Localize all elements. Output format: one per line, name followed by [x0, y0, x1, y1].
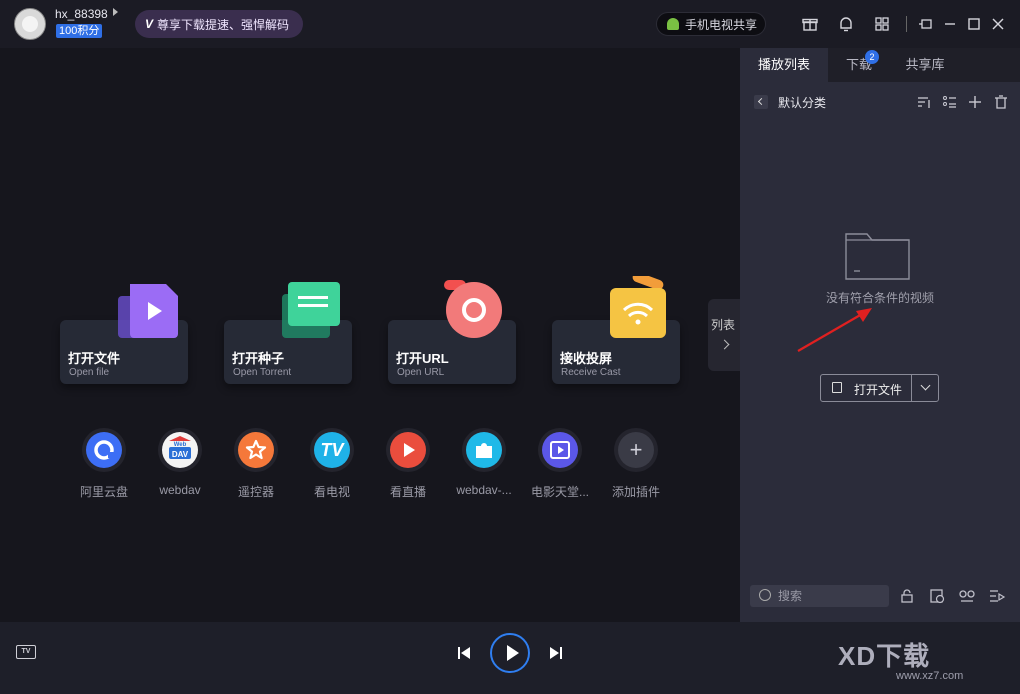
empty-state-text: 没有符合条件的视频 [825, 291, 934, 305]
star-icon [238, 432, 274, 468]
trash-icon[interactable] [993, 94, 1009, 110]
svg-text:DAV: DAV [172, 450, 189, 459]
torrent-doc-icon [282, 282, 344, 345]
aliyun-drive-plugin[interactable] [82, 428, 126, 472]
watermark-logo: XD下载 [838, 641, 931, 671]
plugin-label: 看电视 [313, 485, 350, 499]
url-link-icon [444, 280, 506, 347]
chevron-down-icon[interactable] [920, 380, 931, 391]
maximize-icon[interactable] [964, 14, 984, 34]
gift-icon[interactable] [800, 14, 820, 34]
plugin-label: 阿里云盘 [79, 485, 128, 499]
svg-text:Web: Web [174, 442, 187, 448]
webdav-plugin[interactable]: Web DAV [158, 428, 202, 472]
bell-icon[interactable] [836, 14, 856, 34]
plugin-label: 添加插件 [611, 485, 660, 499]
search-icon [759, 589, 771, 601]
plugin-label: 遥控器 [237, 485, 274, 499]
file-icon [832, 382, 842, 393]
download-count-badge: 2 [865, 50, 879, 64]
video-play-icon [542, 432, 578, 468]
tv-icon: TV [314, 432, 350, 468]
plugin-label: webdav [159, 483, 201, 497]
next-icon[interactable] [549, 646, 563, 660]
empty-folder-icon [845, 231, 911, 286]
play-triangle-icon [390, 432, 426, 468]
watch-tv-plugin[interactable]: TV [310, 428, 354, 472]
tab-share-library[interactable]: 共享库 [896, 48, 954, 82]
movie-heaven-plugin[interactable] [538, 428, 582, 472]
title-divider [906, 16, 907, 32]
puzzle-icon [466, 432, 502, 468]
tv-cast-icon[interactable]: TV [16, 645, 36, 659]
previous-icon[interactable] [457, 646, 471, 660]
webdav-ext-plugin[interactable] [462, 428, 506, 472]
loop-mode-icon[interactable] [958, 588, 976, 604]
list-toggle-button[interactable]: 列表 [708, 299, 740, 371]
play-icon [507, 645, 519, 661]
cast-wifi-icon [608, 272, 670, 345]
minimize-icon[interactable] [940, 14, 960, 34]
sort-icon[interactable] [916, 94, 932, 110]
plugin-label: 看直播 [389, 485, 426, 499]
tab-playlist[interactable]: 播放列表 [740, 48, 828, 82]
chevron-right-icon [719, 339, 730, 350]
lock-icon[interactable] [898, 588, 916, 604]
back-button[interactable] [754, 95, 768, 109]
mini-mode-icon[interactable] [916, 14, 936, 34]
live-stream-plugin[interactable] [386, 428, 430, 472]
add-icon[interactable] [967, 94, 983, 110]
vip-banner[interactable]: V 尊享下载提速、强悍解码 [135, 10, 303, 38]
android-icon [667, 18, 679, 30]
apps-grid-icon[interactable] [872, 14, 892, 34]
plugin-label: 电影天堂... [530, 485, 589, 499]
webdav-icon: Web DAV [162, 432, 198, 468]
playlist-panel [740, 48, 1020, 622]
chevron-left-icon [757, 97, 766, 106]
red-arrow-annotation [796, 306, 876, 359]
caret-right-icon[interactable] [113, 8, 118, 16]
watermark-url: www.xz7.com [896, 670, 964, 682]
plus-icon: + [618, 432, 654, 468]
vip-icon: V [145, 17, 154, 31]
add-plugin-button[interactable]: + [614, 428, 658, 472]
history-icon[interactable] [928, 588, 946, 604]
close-icon[interactable] [988, 14, 1008, 34]
list-view-icon[interactable] [942, 94, 958, 110]
open-file-button[interactable]: 打开文件 [820, 374, 939, 402]
plugin-label: webdav-... [456, 483, 512, 497]
avatar[interactable] [14, 8, 46, 40]
category-title[interactable]: 默认分类 [778, 94, 826, 111]
playlist-play-icon[interactable] [988, 588, 1006, 604]
file-play-icon [118, 282, 180, 345]
aliyun-drive-icon [86, 432, 122, 468]
username[interactable]: hx_88398 [55, 7, 108, 21]
phone-tv-share-button[interactable]: 手机电视共享 [656, 12, 766, 36]
points-badge: 100积分 [56, 24, 103, 38]
remote-control-plugin[interactable] [234, 428, 278, 472]
play-button[interactable] [490, 633, 530, 673]
